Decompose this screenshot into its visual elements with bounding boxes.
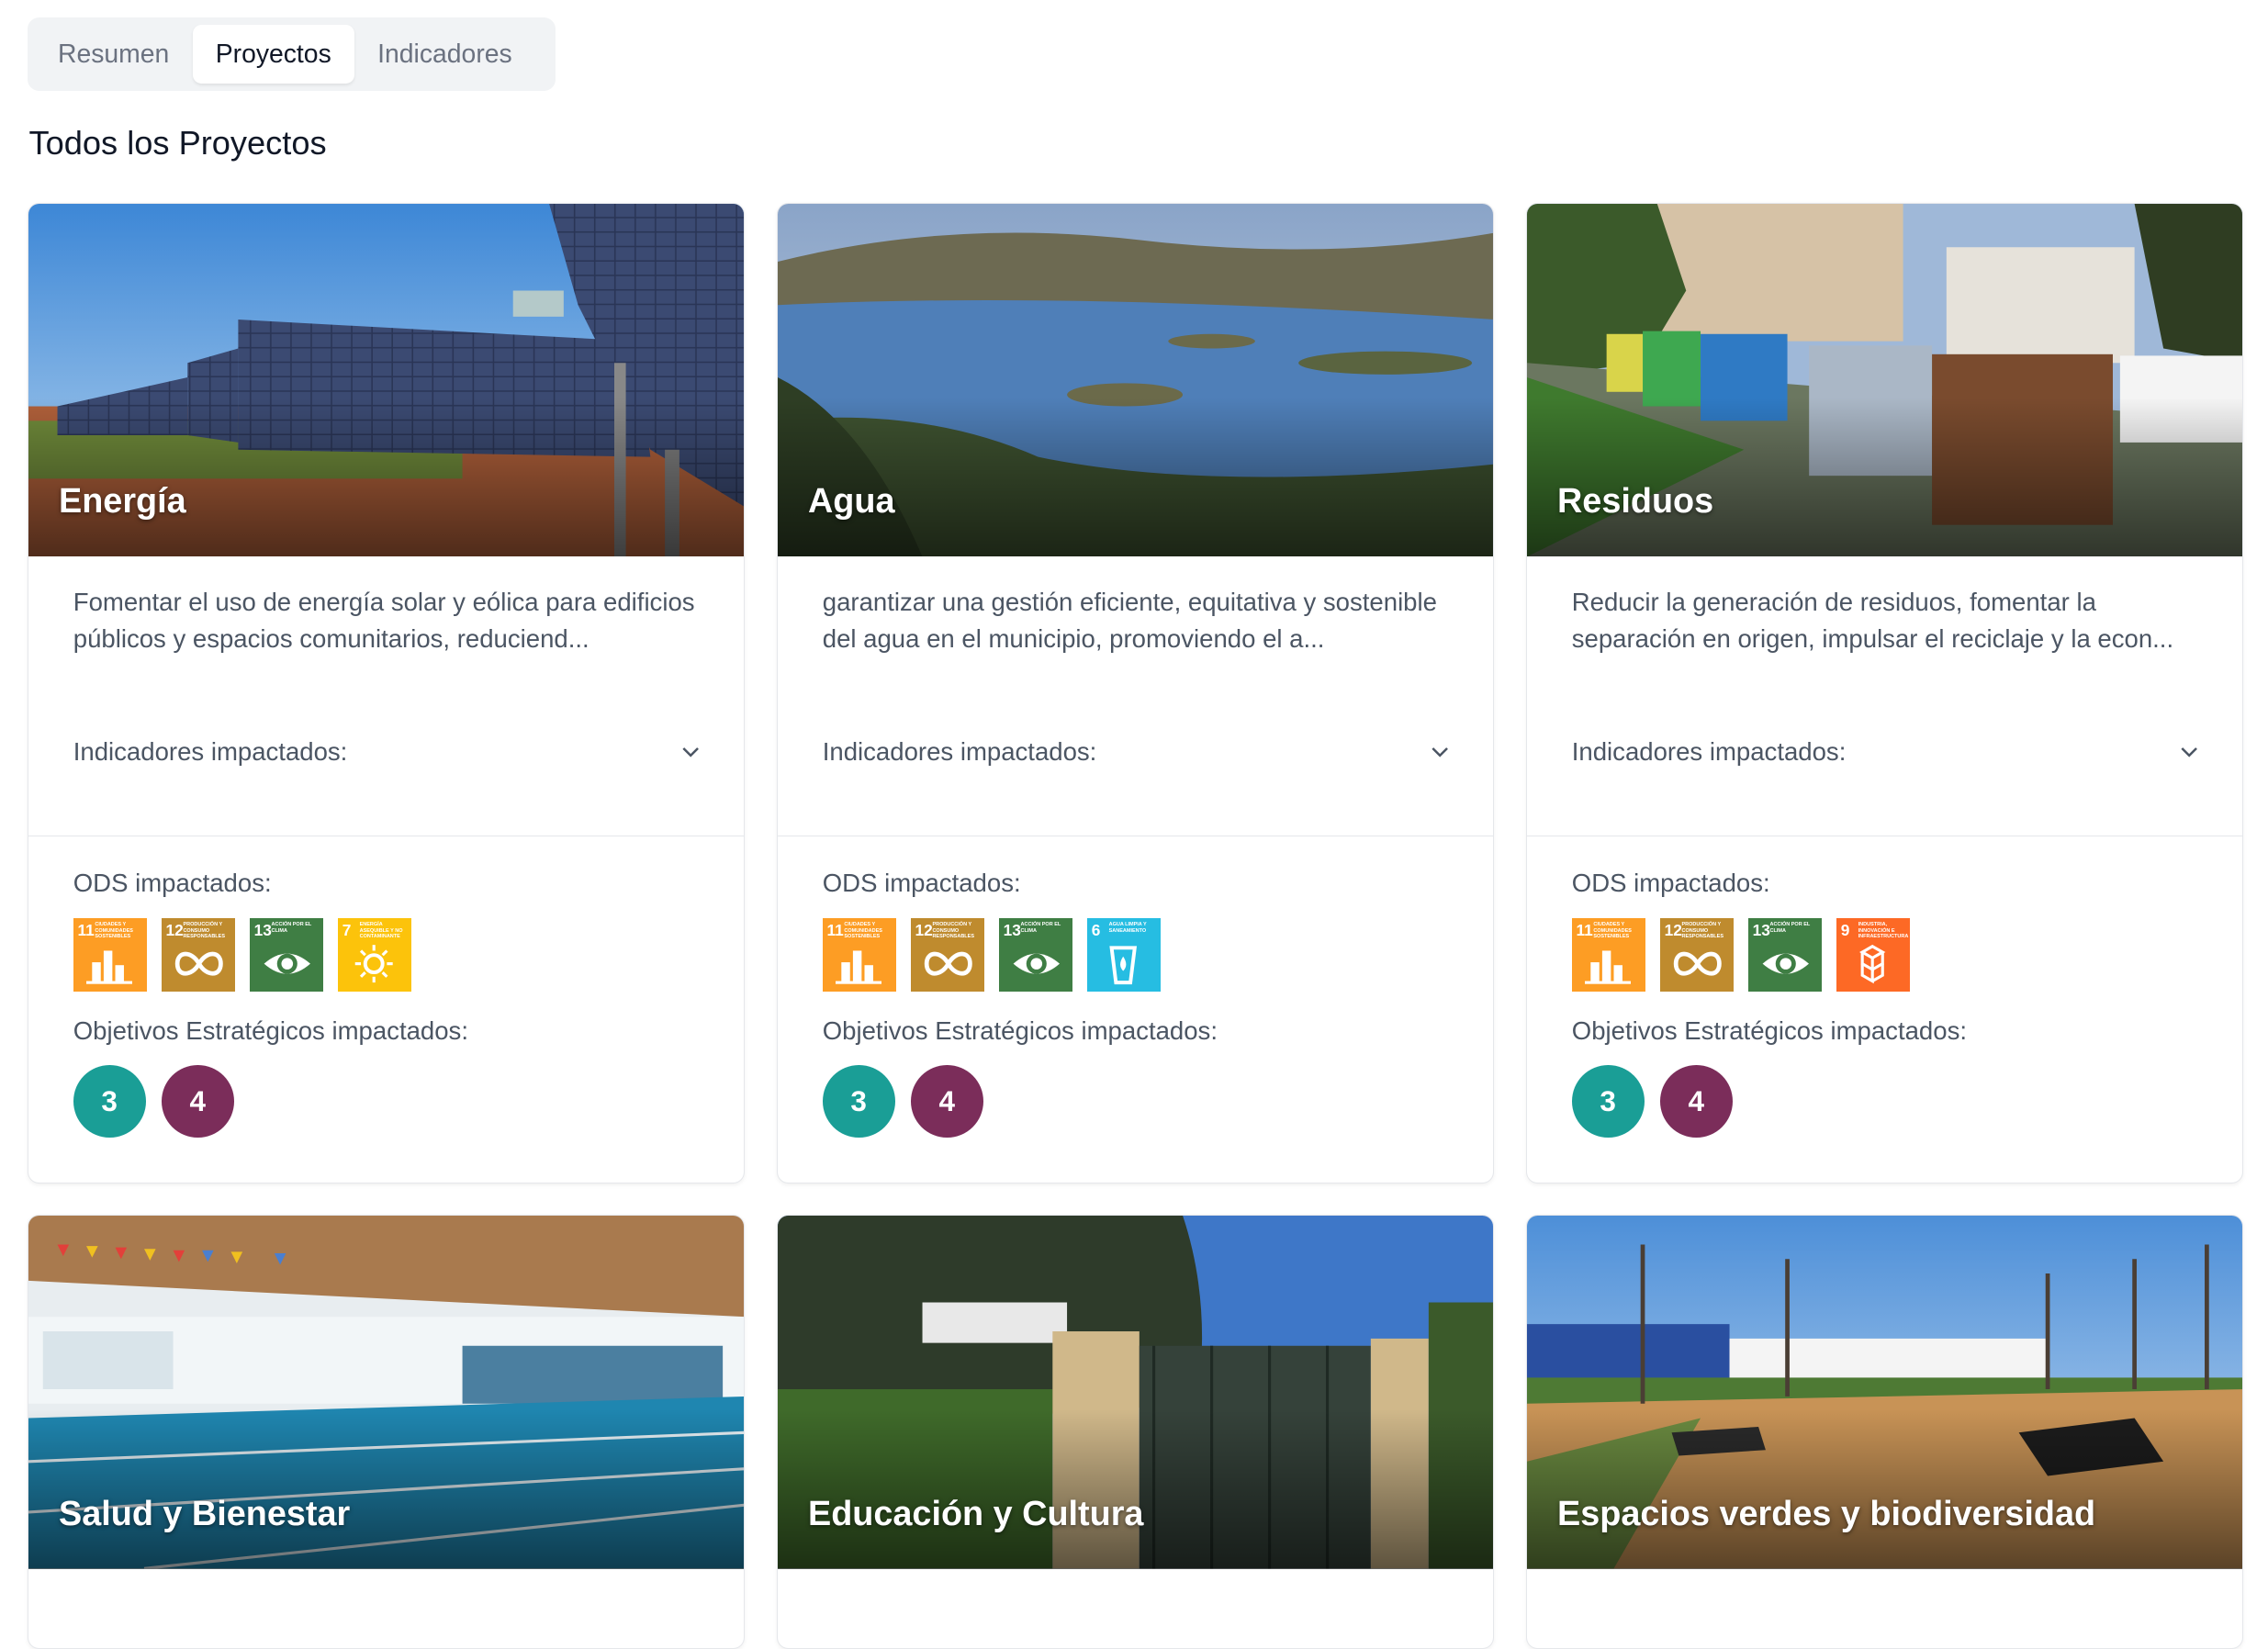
objectives-list: 3 4 bbox=[73, 1065, 234, 1139]
project-title: Espacios verdes y biodiversidad bbox=[1557, 1494, 2096, 1533]
indicators-label: Indicadores impactados: bbox=[1571, 736, 1847, 766]
indicators-label: Indicadores impactados: bbox=[73, 736, 348, 766]
water-glass-icon bbox=[1109, 946, 1138, 985]
city-icon bbox=[1584, 950, 1632, 985]
cubes-icon bbox=[1859, 945, 1886, 984]
infinity-icon bbox=[1673, 952, 1722, 977]
ods-label: ODS impactados: bbox=[1571, 869, 1770, 898]
objectives-list: 3 4 bbox=[822, 1065, 983, 1139]
sun-icon bbox=[354, 945, 393, 983]
project-image-energia: Energía bbox=[28, 203, 745, 556]
project-image-agua: Agua bbox=[777, 203, 1494, 556]
objective-badge-4[interactable]: 4 bbox=[1659, 1065, 1733, 1139]
ods-label: ODS impactados: bbox=[822, 869, 1021, 898]
project-description: Fomentar el uso de energía solar y eólic… bbox=[73, 587, 695, 653]
tab-indicadores[interactable]: Indicadores bbox=[354, 25, 535, 84]
sdg-12-badge: 12 PRODUCCIÓN Y CONSUMO RESPONSABLES bbox=[161, 917, 236, 993]
sdg-9-badge: 9 INDUSTRIA, INNOVACIÓN E INFRAESTRUCTURA bbox=[1836, 917, 1911, 993]
project-image-espacios-verdes: Espacios verdes y biodiversidad bbox=[1526, 1216, 2243, 1569]
objective-badge-4[interactable]: 4 bbox=[161, 1065, 234, 1139]
sdg-11-badge: 11 CIUDADES Y COMUNIDADES SOSTENIBLES bbox=[73, 917, 148, 993]
sdg-7-badge: 7 ENERGÍA ASEQUIBLE Y NO CONTAMINANTE bbox=[337, 917, 412, 993]
ods-list: 11 CIUDADES Y COMUNIDADES SOSTENIBLES 12 P… bbox=[822, 917, 1162, 993]
sdg-12-badge: 12 PRODUCCIÓN Y CONSUMO RESPONSABLES bbox=[1659, 917, 1735, 993]
project-card-agua[interactable]: Agua garantizar una gestión eficiente, e… bbox=[776, 202, 1495, 1183]
sdg-13-badge: 13 ACCIÓN POR EL CLIMA bbox=[998, 917, 1073, 993]
city-icon bbox=[85, 950, 133, 985]
objective-badge-3[interactable]: 3 bbox=[73, 1065, 146, 1139]
indicators-label: Indicadores impactados: bbox=[822, 736, 1097, 766]
eye-globe-icon bbox=[264, 954, 311, 975]
ods-list: 11 CIUDADES Y COMUNIDADES SOSTENIBLES 12 P… bbox=[1571, 917, 1911, 993]
project-title: Educación y Cultura bbox=[808, 1494, 1144, 1533]
project-description: garantizar una gestión eficiente, equita… bbox=[822, 587, 1437, 653]
infinity-icon bbox=[924, 952, 972, 977]
objective-badge-3[interactable]: 3 bbox=[1571, 1065, 1645, 1139]
sdg-6-badge: 6 AGUA LIMPIA Y SANEAMIENTO bbox=[1086, 917, 1162, 993]
project-title: Agua bbox=[808, 482, 895, 522]
divider bbox=[777, 835, 1494, 837]
divider bbox=[1526, 835, 2243, 837]
eye-globe-icon bbox=[1013, 954, 1061, 975]
infinity-icon bbox=[174, 952, 223, 977]
indicators-dropdown[interactable]: Indicadores impactados: bbox=[73, 735, 703, 769]
project-card-energia[interactable]: Energía Fomentar el uso de energía solar… bbox=[27, 202, 746, 1183]
objective-badge-3[interactable]: 3 bbox=[822, 1065, 895, 1139]
divider bbox=[28, 835, 745, 837]
objective-badge-4[interactable]: 4 bbox=[910, 1065, 983, 1139]
project-image-residuos: Residuos bbox=[1526, 203, 2243, 556]
sdg-11-badge: 11 CIUDADES Y COMUNIDADES SOSTENIBLES bbox=[1571, 917, 1646, 993]
project-description: Reducir la generación de residuos, fomen… bbox=[1571, 587, 2174, 653]
objectives-label: Objetivos Estratégicos impactados: bbox=[73, 1015, 468, 1045]
project-title: Residuos bbox=[1557, 482, 1714, 522]
objectives-label: Objetivos Estratégicos impactados: bbox=[822, 1015, 1218, 1045]
sdg-13-badge: 13 ACCIÓN POR EL CLIMA bbox=[249, 917, 324, 993]
city-icon bbox=[835, 950, 882, 985]
ods-label: ODS impactados: bbox=[73, 869, 272, 898]
sdg-12-badge: 12 PRODUCCIÓN Y CONSUMO RESPONSABLES bbox=[910, 917, 985, 993]
objectives-list: 3 4 bbox=[1571, 1065, 1733, 1139]
project-title: Salud y Bienestar bbox=[59, 1494, 351, 1533]
sdg-11-badge: 11 CIUDADES Y COMUNIDADES SOSTENIBLES bbox=[822, 917, 897, 993]
ods-list: 11 CIUDADES Y COMUNIDADES SOSTENIBLES 12 P… bbox=[73, 917, 412, 993]
page-title: Todos los Proyectos bbox=[28, 124, 327, 163]
project-card-residuos[interactable]: Residuos Reducir la generación de residu… bbox=[1525, 202, 2244, 1183]
project-title: Energía bbox=[59, 482, 186, 522]
chevron-down-icon bbox=[1432, 747, 1448, 758]
chevron-down-icon bbox=[2181, 747, 2197, 758]
project-card-salud[interactable]: Salud y Bienestar bbox=[27, 1215, 746, 1649]
tab-proyectos[interactable]: Proyectos bbox=[192, 24, 354, 84]
tab-bar: Resumen Proyectos Indicadores bbox=[27, 17, 556, 92]
indicators-dropdown[interactable]: Indicadores impactados: bbox=[823, 735, 1453, 769]
project-image-educacion: Educación y Cultura bbox=[777, 1216, 1494, 1569]
project-card-educacion[interactable]: Educación y Cultura bbox=[776, 1215, 1495, 1649]
sdg-13-badge: 13 ACCIÓN POR EL CLIMA bbox=[1747, 917, 1823, 993]
chevron-down-icon bbox=[682, 747, 699, 758]
tab-resumen[interactable]: Resumen bbox=[35, 25, 193, 84]
indicators-dropdown[interactable]: Indicadores impactados: bbox=[1572, 735, 2202, 769]
project-image-salud: Salud y Bienestar bbox=[28, 1216, 745, 1569]
project-card-espacios-verdes[interactable]: Espacios verdes y biodiversidad bbox=[1525, 1215, 2244, 1649]
eye-globe-icon bbox=[1762, 954, 1810, 975]
objectives-label: Objetivos Estratégicos impactados: bbox=[1571, 1015, 1967, 1045]
